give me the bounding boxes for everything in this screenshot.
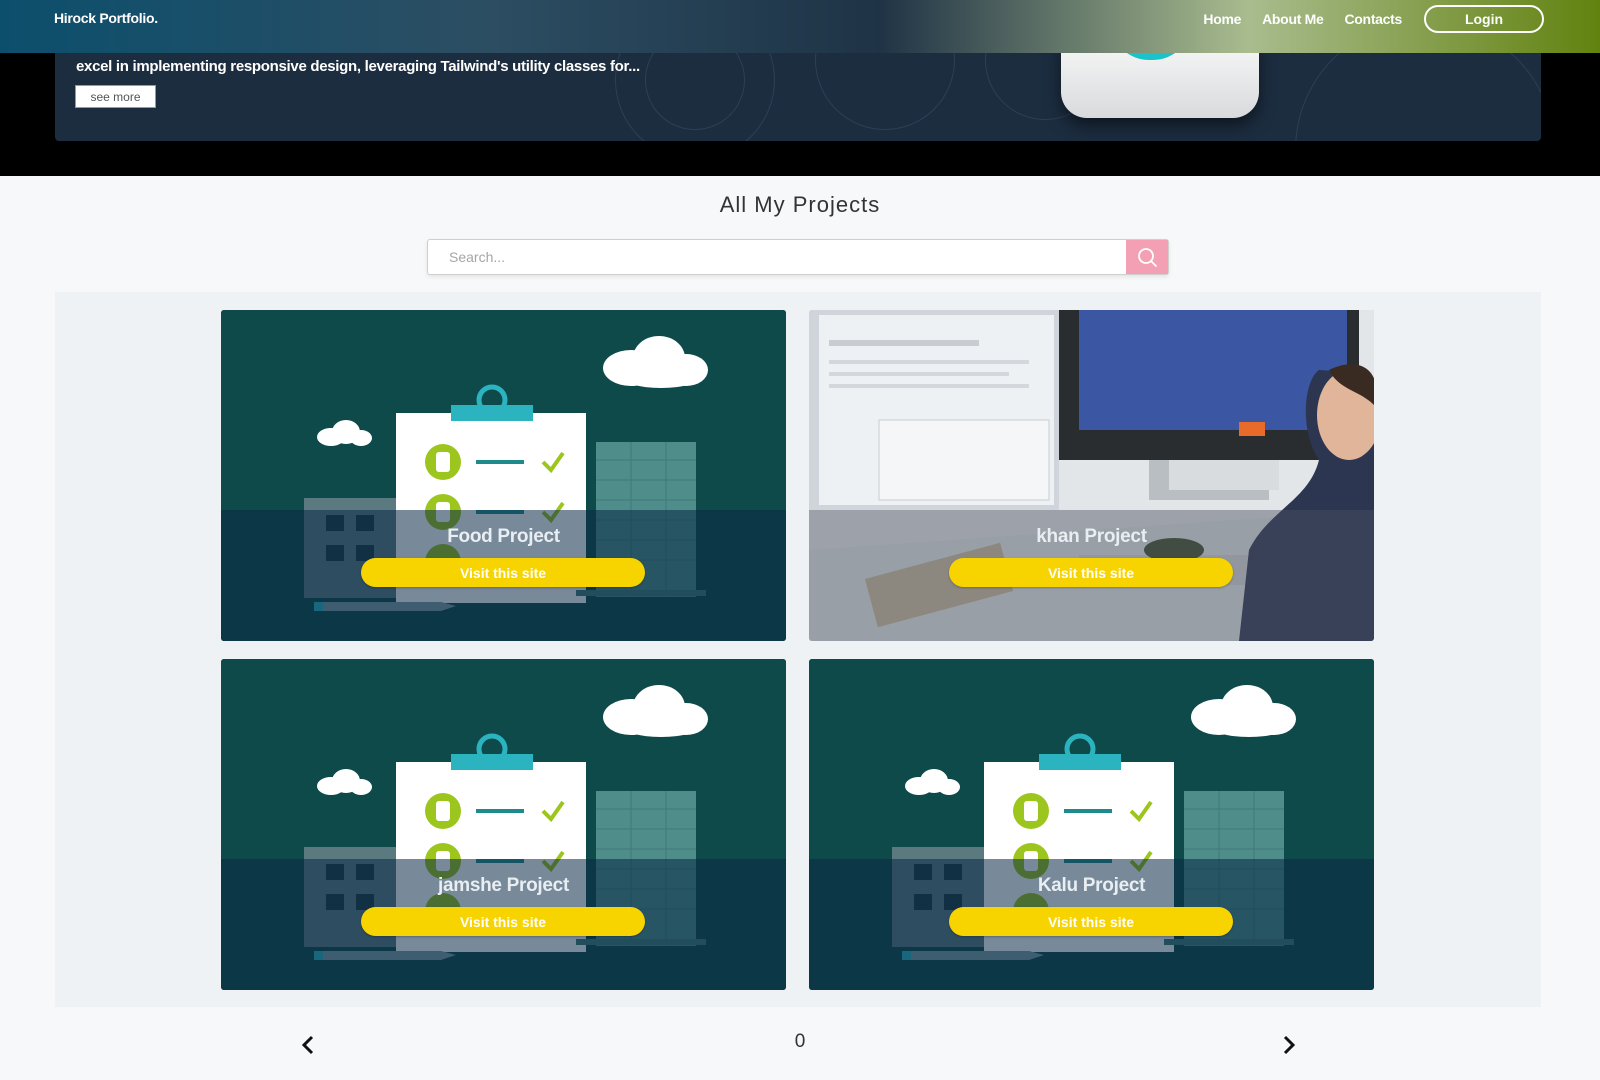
chevron-right-icon [1283,1035,1296,1055]
project-title: khan Project [1036,526,1147,547]
project-card: jamshe Project Visit this site [221,659,786,990]
brand-logo-text[interactable]: Hirock Portfolio. [54,10,158,26]
project-card: khan Project Visit this site [809,310,1374,641]
project-title: Food Project [447,526,560,547]
project-card: Kalu Project Visit this site [809,659,1374,990]
hero-decoration [815,40,955,130]
see-more-button[interactable]: see more [75,85,156,108]
project-card: Food Project Visit this site [221,310,786,641]
login-button[interactable]: Login [1424,5,1544,33]
chevron-left-icon [301,1035,314,1055]
hero-decoration [1295,40,1541,141]
project-title: Kalu Project [1037,875,1146,896]
visit-site-button[interactable]: Visit this site [949,558,1233,587]
hero-description: excel in implementing responsive design,… [76,58,640,75]
prev-page-button[interactable] [293,1030,323,1060]
search-bar [427,239,1169,275]
search-icon [1138,248,1157,267]
hero-card: excel in implementing responsive design,… [55,40,1541,141]
nav-home-link[interactable]: Home [1203,11,1241,27]
nav-contacts-link[interactable]: Contacts [1345,11,1403,27]
top-navbar: Hirock Portfolio. Home About Me Contacts… [0,0,1600,53]
project-title: jamshe Project [438,875,569,896]
visit-site-button[interactable]: Visit this site [949,907,1233,936]
section-title: All My Projects [719,192,881,217]
search-button[interactable] [1126,240,1168,274]
search-input[interactable] [428,240,1127,274]
visit-site-button[interactable]: Visit this site [361,558,645,587]
nav-links: Home About Me Contacts Login [1182,5,1544,33]
next-page-button[interactable] [1274,1030,1304,1060]
nav-about-link[interactable]: About Me [1262,11,1324,27]
page-number: 0 [794,1031,806,1052]
visit-site-button[interactable]: Visit this site [361,907,645,936]
